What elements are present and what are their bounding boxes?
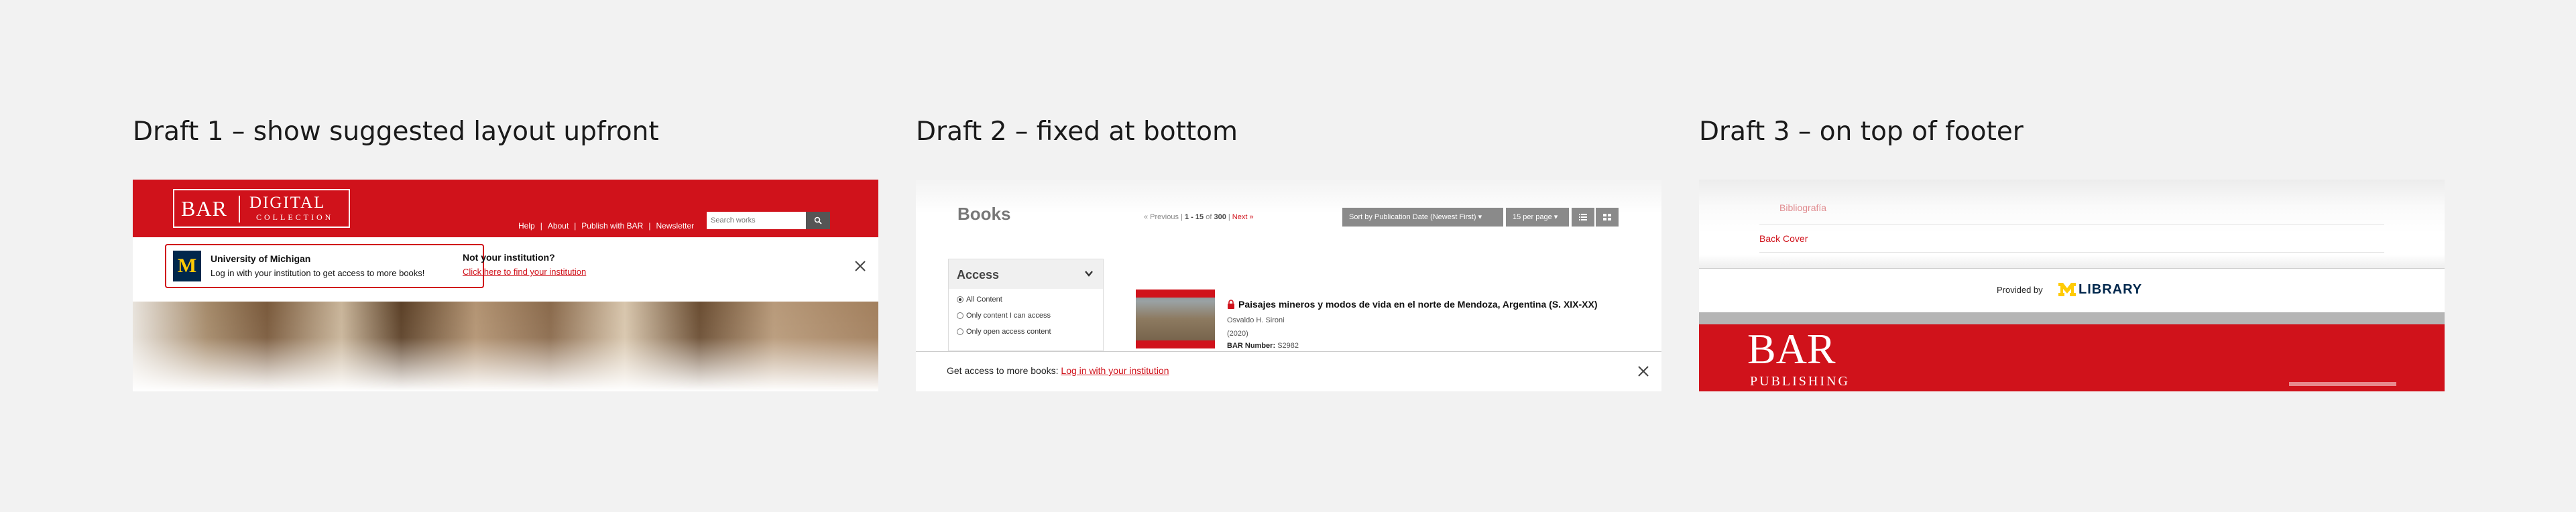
- library-logo-text: LIBRARY: [2079, 282, 2143, 297]
- logo-digital-text: DIGITAL: [249, 194, 326, 212]
- logo-collection-text: COLLECTION: [256, 212, 334, 222]
- nav-divider: |: [540, 221, 542, 231]
- book-cover-thumbnail[interactable]: [1136, 290, 1215, 348]
- footer-faint-text: [2289, 382, 2396, 386]
- nav-publish[interactable]: Publish with BAR: [581, 221, 643, 231]
- pager-range-dash: -: [1191, 213, 1193, 221]
- fixed-bottom-bar: Get access to more books: Log in with yo…: [916, 351, 1661, 391]
- divider: [1759, 252, 2384, 253]
- site-footer: BAR PUBLISHING: [1699, 324, 2445, 391]
- nav-about[interactable]: About: [548, 221, 569, 231]
- page-title: Books: [957, 204, 1011, 224]
- toc-item-bibliografia[interactable]: Bibliografía: [1779, 202, 1826, 213]
- nav-divider: |: [574, 221, 577, 231]
- radio-label: Only open access content: [966, 328, 1051, 336]
- access-prompt: Get access to more books: Log in with yo…: [947, 365, 1169, 376]
- close-icon[interactable]: [853, 259, 868, 273]
- radio[interactable]: [957, 328, 963, 335]
- book-author: Osvaldo H. Sironi: [1227, 316, 1285, 324]
- access-filter: Access All Content Only content I can ac…: [948, 259, 1104, 351]
- shadow-strip: [1699, 255, 2445, 268]
- pagination: « Previous | 1 - 15 of 300 | Next »: [1144, 213, 1254, 221]
- access-option-mine[interactable]: Only content I can access: [957, 312, 1051, 320]
- grid-icon: [1603, 214, 1611, 220]
- grid-view-button[interactable]: [1596, 208, 1619, 227]
- draft-2-frame: Books « Previous | 1 - 15 of 300 | Next …: [916, 180, 1661, 391]
- logo-bar-text: BAR: [181, 196, 227, 220]
- access-option-all[interactable]: All Content: [957, 296, 1002, 304]
- footer-publishing-text: PUBLISHING: [1750, 374, 1850, 389]
- logo-divider: [239, 196, 240, 222]
- access-filter-title: Access: [957, 268, 1000, 281]
- pager-next[interactable]: Next »: [1232, 213, 1254, 221]
- nav-newsletter[interactable]: Newsletter: [656, 221, 694, 231]
- draft-title: Draft 1 – show suggested layout upfront: [133, 117, 659, 147]
- toc-item-back-cover[interactable]: Back Cover: [1759, 233, 1808, 244]
- access-option-open[interactable]: Only open access content: [957, 328, 1051, 336]
- chevron-down-icon: [1085, 271, 1093, 277]
- footer-bar-logo[interactable]: BAR: [1747, 324, 1836, 374]
- institution-banner: M University of Michigan Log in with you…: [133, 237, 878, 302]
- find-institution-link[interactable]: Click here to find your institution: [463, 267, 586, 277]
- book-title: Paisajes mineros y modos de vida en el n…: [1238, 299, 1598, 310]
- list-view-button[interactable]: [1572, 208, 1594, 227]
- radio[interactable]: [957, 312, 963, 319]
- pager-range-start: 1: [1184, 213, 1189, 221]
- access-filter-header[interactable]: Access: [949, 259, 1103, 289]
- pager-of: of: [1206, 213, 1212, 221]
- bar-digital-collection-logo[interactable]: BAR DIGITAL COLLECTION: [173, 189, 350, 228]
- footer-gray-band: [1699, 312, 2445, 324]
- book-title-link[interactable]: Paisajes mineros y modos de vida en el n…: [1227, 299, 1598, 310]
- draft-2: Draft 2 – fixed at bottom Books « Previo…: [916, 0, 1661, 512]
- radio-label: Only content I can access: [966, 312, 1051, 320]
- pager-previous[interactable]: « Previous: [1144, 213, 1179, 221]
- pager-sep: |: [1228, 213, 1230, 221]
- nav-help[interactable]: Help: [518, 221, 535, 231]
- pager-sep: |: [1181, 213, 1183, 221]
- per-page-dropdown[interactable]: 15 per page ▾: [1506, 208, 1569, 227]
- lock-icon: [1228, 300, 1234, 309]
- institution-message: Log in with your institution to get acce…: [211, 268, 425, 278]
- radio-selected[interactable]: [957, 296, 963, 303]
- bar-number-value: S2982: [1277, 342, 1299, 350]
- pager-range-end: 15: [1195, 213, 1204, 221]
- draft-1-frame: BAR DIGITAL COLLECTION Help | About | Publis…: [133, 180, 878, 391]
- suggested-institution-card[interactable]: M University of Michigan Log in with you…: [165, 244, 484, 288]
- institution-name: University of Michigan: [211, 253, 311, 264]
- sort-dropdown[interactable]: Sort by Publication Date (Newest First) …: [1342, 208, 1503, 227]
- draft-3-frame: Bibliografía Back Cover Provided by LIBR…: [1699, 180, 2445, 391]
- close-icon[interactable]: [1636, 364, 1651, 379]
- list-icon: [1579, 214, 1587, 220]
- divider: [1759, 224, 2384, 225]
- draft-3: Draft 3 – on top of footer Bibliografía …: [1699, 0, 2445, 512]
- provided-by-label: Provided by: [1997, 285, 2043, 295]
- nav-divider: |: [648, 221, 651, 231]
- draft-title: Draft 3 – on top of footer: [1699, 117, 2024, 147]
- draft-title: Draft 2 – fixed at bottom: [916, 117, 1238, 147]
- books-page: Books « Previous | 1 - 15 of 300 | Next …: [916, 180, 1661, 351]
- book-year: (2020): [1227, 330, 1248, 338]
- book-bar-number: BAR Number: S2982: [1227, 342, 1299, 350]
- umich-m-icon: [2058, 283, 2076, 296]
- search-button[interactable]: [806, 212, 830, 229]
- bar-number-label: BAR Number:: [1227, 342, 1276, 350]
- pager-total: 300: [1214, 213, 1226, 221]
- top-nav: Help | About | Publish with BAR | Newsletter: [516, 221, 697, 231]
- provided-by-bar: Provided by LIBRARY: [1699, 268, 2445, 312]
- draft-1: Draft 1 – show suggested layout upfront …: [133, 0, 878, 512]
- radio-label: All Content: [966, 296, 1002, 304]
- access-prompt-text: Get access to more books:: [947, 365, 1061, 376]
- search-input[interactable]: [707, 212, 806, 229]
- login-institution-link[interactable]: Log in with your institution: [1061, 365, 1169, 376]
- site-header: BAR DIGITAL COLLECTION Help | About | Publis…: [133, 180, 878, 237]
- not-your-institution: Not your institution?: [463, 252, 555, 263]
- hero-image: [133, 302, 878, 391]
- umich-logo: M: [173, 251, 201, 281]
- search-icon: [814, 216, 822, 225]
